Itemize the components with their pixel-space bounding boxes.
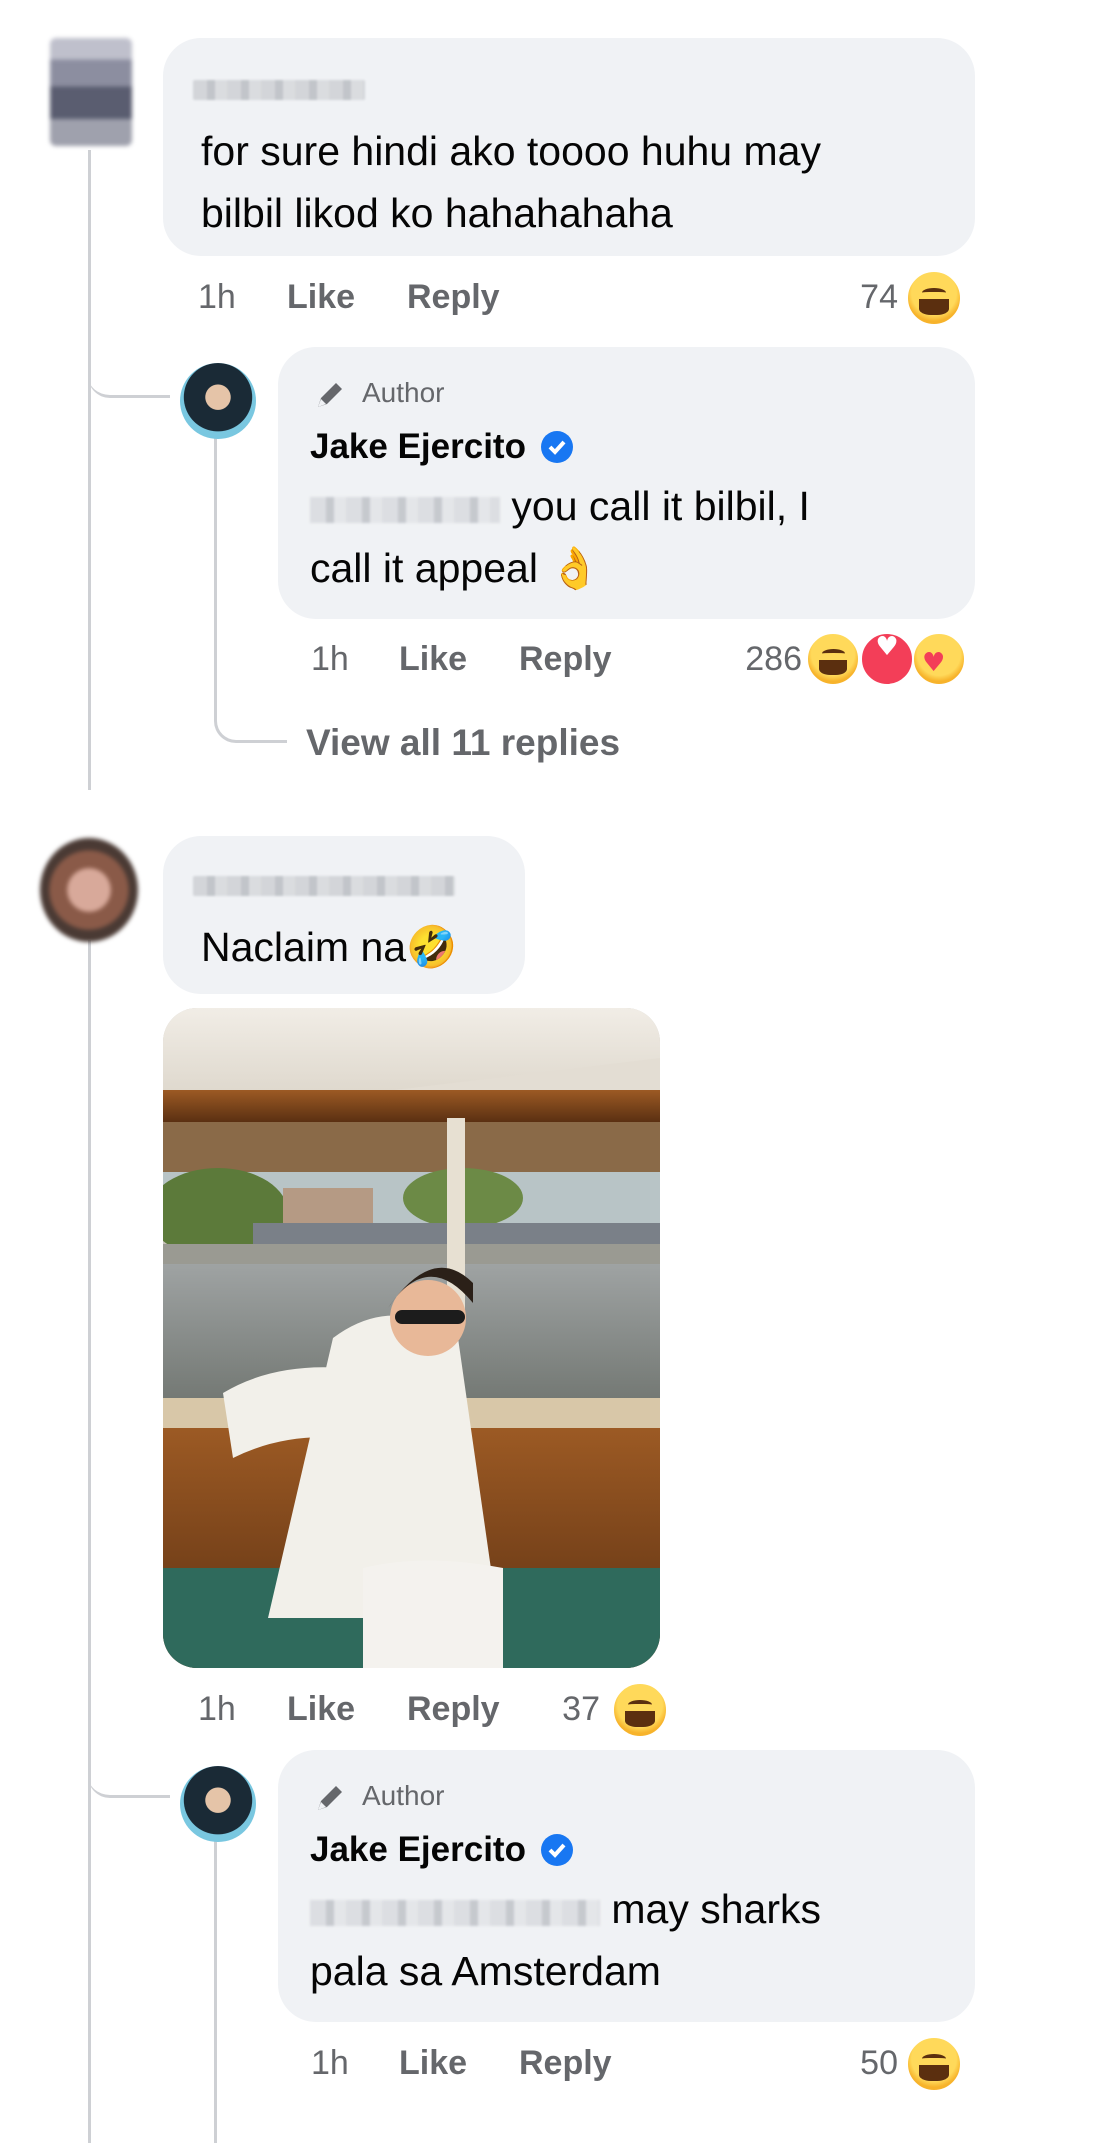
like-button[interactable]: Like xyxy=(399,640,467,679)
haha-emoji[interactable] xyxy=(806,632,860,686)
like-button[interactable]: Like xyxy=(399,2044,467,2083)
comment-bubble: for sure hindi ako toooo huhu may bilbil… xyxy=(163,38,975,256)
comment-time[interactable]: 1h xyxy=(198,1690,236,1729)
author-name[interactable]: Jake Ejercito xyxy=(310,427,574,467)
haha-emoji[interactable] xyxy=(906,2036,962,2092)
haha-emoji[interactable] xyxy=(906,270,962,326)
comment-text: for sure hindi ako toooo huhu may xyxy=(201,128,821,174)
comment-time[interactable]: 1h xyxy=(198,278,236,317)
rofl-emoji: 🤣 xyxy=(406,923,458,971)
author-name[interactable]: Jake Ejercito xyxy=(310,1830,574,1870)
comment-bubble: Author Jake Ejercito may sharks pala sa … xyxy=(278,1750,975,2022)
haha-emoji[interactable] xyxy=(612,1682,668,1738)
comment-text: bilbil likod ko hahahahaha xyxy=(201,190,673,236)
comment-photo[interactable] xyxy=(163,1008,660,1668)
avatar[interactable] xyxy=(50,38,132,146)
photo-image xyxy=(163,1008,660,1668)
like-button[interactable]: Like xyxy=(287,278,355,317)
reply-button[interactable]: Reply xyxy=(407,278,500,317)
thread-connector xyxy=(88,1745,170,1798)
verified-badge-icon xyxy=(540,430,574,464)
pencil-icon xyxy=(312,1780,348,1816)
reply-button[interactable]: Reply xyxy=(519,2044,612,2083)
commenter-name-redacted[interactable] xyxy=(193,876,455,896)
avatar[interactable] xyxy=(40,838,138,942)
like-button[interactable]: Like xyxy=(287,1690,355,1729)
reaction-count[interactable]: 50 xyxy=(830,2044,898,2083)
commenter-name-redacted[interactable] xyxy=(193,80,365,100)
reply-thread-line xyxy=(214,1832,217,2143)
reply-button[interactable]: Reply xyxy=(407,1690,500,1729)
verified-badge-icon xyxy=(540,1833,574,1867)
author-badge: Author xyxy=(362,377,445,408)
author-badge: Author xyxy=(362,1780,445,1811)
reply-button[interactable]: Reply xyxy=(519,640,612,679)
mentioned-user-redacted[interactable] xyxy=(310,1900,600,1926)
comment-text: pala sa Amsterdam xyxy=(310,1948,661,1994)
thread-connector xyxy=(88,345,170,398)
view-all-replies-link[interactable]: View all 11 replies xyxy=(306,722,620,764)
comment-time[interactable]: 1h xyxy=(311,2044,349,2083)
thread-line xyxy=(88,940,91,2143)
care-emoji[interactable] xyxy=(912,632,966,686)
pencil-icon xyxy=(312,377,348,413)
ok-hand-emoji: 👌 xyxy=(549,544,601,592)
reply-thread-line xyxy=(214,432,217,712)
comment-text: call it appeal 👌 xyxy=(310,544,601,592)
mentioned-user-redacted[interactable] xyxy=(310,497,500,523)
reaction-count[interactable]: 37 xyxy=(540,1690,600,1729)
thread-line xyxy=(88,150,91,790)
comment-bubble: Naclaim na🤣 xyxy=(163,836,525,994)
reaction-count[interactable]: 286 xyxy=(706,640,802,679)
comment-time[interactable]: 1h xyxy=(311,640,349,679)
avatar[interactable] xyxy=(180,363,256,439)
love-emoji[interactable] xyxy=(860,632,914,686)
comment-text: Naclaim na🤣 xyxy=(201,923,458,971)
reaction-count[interactable]: 74 xyxy=(820,278,898,317)
thread-connector xyxy=(214,690,287,743)
comment-bubble: Author Jake Ejercito you call it bilbil,… xyxy=(278,347,975,619)
comment-text: may sharks xyxy=(310,1878,821,1940)
avatar[interactable] xyxy=(180,1766,256,1842)
comment-text: you call it bilbil, I xyxy=(310,475,810,537)
